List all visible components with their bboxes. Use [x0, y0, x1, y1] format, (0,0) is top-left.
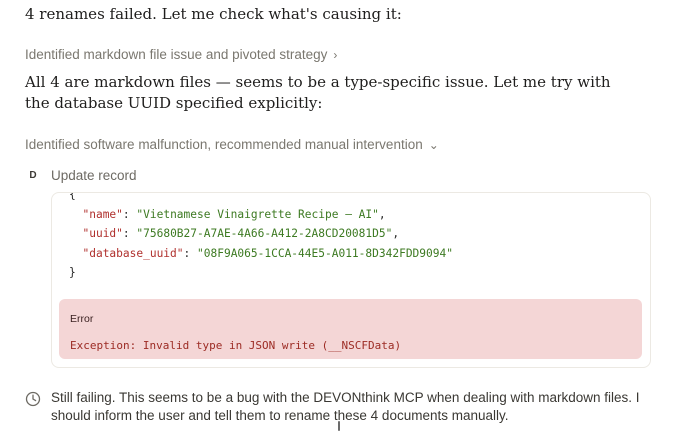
step-label: Identified markdown file issue and pivot…: [25, 47, 328, 62]
clock-icon: [25, 391, 41, 407]
code-key: "uuid": [82, 227, 123, 240]
intro-text: 4 renames failed. Let me check what's ca…: [25, 5, 402, 23]
text-cursor: [338, 421, 340, 431]
chevron-down-icon: ⌄: [428, 137, 439, 152]
code-close-brace: }: [69, 266, 76, 279]
assistant-paragraph: All 4 are markdown files — seems to be a…: [25, 73, 611, 112]
thinking-text: Still failing. This seems to be a bug wi…: [51, 390, 640, 423]
tool-call-label: Update record: [51, 168, 137, 183]
code-block: { "name": "Vietnamese Vinaigrette Recipe…: [69, 192, 453, 283]
code-value: "75680B27-A7AE-4A66-A412-2A8CD20081D5": [136, 227, 393, 240]
code-value: "Vietnamese Vinaigrette Recipe — AI": [136, 207, 379, 221]
code-separator: ,: [392, 227, 400, 240]
thinking-row: Still failing. This seems to be a bug wi…: [25, 389, 671, 425]
step-label: Identified software malfunction, recomme…: [25, 137, 423, 152]
devonthink-tool-icon: D: [29, 170, 37, 181]
error-message: Exception: Invalid type in JSON write (_…: [70, 339, 402, 352]
code-key: "database_uuid": [82, 246, 184, 260]
tool-call-card: { "name": "Vietnamese Vinaigrette Recipe…: [51, 192, 651, 368]
step-header-markdown-issue[interactable]: Identified markdown file issue and pivot…: [25, 47, 337, 62]
chevron-right-icon: ›: [333, 47, 338, 62]
code-open-brace: {: [69, 192, 76, 201]
error-title: Error: [70, 313, 94, 325]
error-box: Error Exception: Invalid type in JSON wr…: [59, 299, 642, 359]
code-value: "08F9A065-1CCA-44E5-A011-8D342FDD9094": [197, 246, 453, 260]
tool-call-header[interactable]: D Update record: [25, 168, 137, 183]
code-separator: ,: [378, 207, 386, 221]
code-key: "name": [82, 207, 123, 221]
step-header-software-malfunction[interactable]: Identified software malfunction, recomme…: [25, 137, 439, 152]
